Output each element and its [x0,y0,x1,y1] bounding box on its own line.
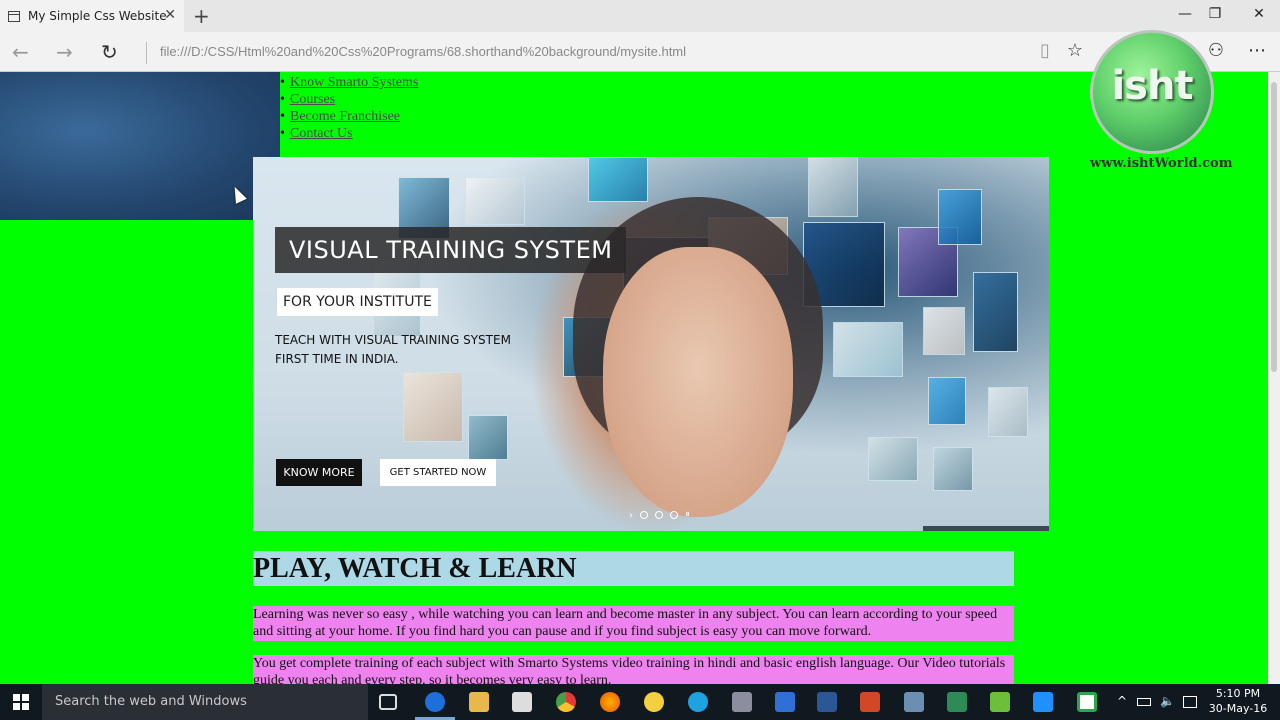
site-nav-list: Know Smarto Systems Courses Become Franc… [280,74,418,142]
floating-photo-tile [988,387,1028,437]
media-player-icon[interactable] [644,692,664,712]
chrome-icon[interactable] [556,692,576,712]
more-icon[interactable]: ⋯ [1245,40,1269,61]
know-more-button[interactable]: KNOW MORE [276,459,362,486]
page-icon [8,10,20,22]
clock-date: 30-May-16 [1208,702,1268,715]
minimize-icon[interactable]: — [1170,6,1200,22]
nav-item: Courses [280,91,418,108]
skype-icon[interactable] [688,692,708,712]
nav-link-courses[interactable]: Courses [290,92,335,107]
page-viewport: Know Smarto Systems Courses Become Franc… [0,72,1268,684]
powerpoint-icon[interactable] [860,692,880,712]
camtasia-icon[interactable] [990,692,1010,712]
slider-dot[interactable] [640,510,648,519]
floating-photo-tile [868,437,918,481]
word-icon[interactable] [817,692,837,712]
training-paragraph: You get complete training of each subjec… [253,655,1014,684]
watermark-logo: isht [1090,30,1214,154]
address-bar[interactable]: file:///D:/CSS/Html%20and%20Css%20Progra… [160,44,686,59]
start-button[interactable] [0,684,42,720]
floating-photo-tile [933,447,973,491]
banner-subtitle: FOR YOUR INSTITUTE [277,288,438,316]
task-view-icon[interactable] [379,694,397,710]
store-icon[interactable] [512,692,532,712]
hero-banner: VISUAL TRAINING SYSTEM FOR YOUR INSTITUT… [253,157,1049,531]
new-tab-icon[interactable]: + [193,4,210,28]
banner-text-line2: FIRST TIME IN INDIA. [275,352,399,366]
notification-icon[interactable] [1183,696,1197,708]
nav-item: Contact Us [280,125,418,142]
floating-photo-tile [833,322,903,377]
floating-photo-tile [938,189,982,245]
settings-app-icon[interactable] [1033,692,1053,712]
slider-progress-bar [923,526,1049,531]
slider-pause-icon[interactable]: ⏸ [685,509,690,520]
excel-icon[interactable] [947,692,967,712]
reading-view-icon[interactable]: ▯ [1033,40,1057,61]
file-explorer-icon[interactable] [469,692,489,712]
page-heading: PLAY, WATCH & LEARN [253,551,1014,586]
nav-item: Become Franchisee [280,108,418,125]
volume-icon[interactable]: 🔈 [1160,694,1175,708]
firefox-icon[interactable] [600,692,620,712]
floating-photo-tile [923,307,965,355]
banner-text-line1: TEACH WITH VISUAL TRAINING SYSTEM [275,333,511,347]
windows-logo-icon [13,694,29,710]
snipping-tool-icon[interactable] [732,692,752,712]
recorder-app-icon[interactable] [1077,692,1097,712]
navigation-bar: ← → ↻ file:///D:/CSS/Html%20and%20Css%20… [0,32,1280,72]
back-icon[interactable]: ← [12,40,29,64]
battery-icon[interactable] [1137,698,1151,706]
browser-tab[interactable]: My Simple Css Website ✕ [0,0,184,32]
tab-title: My Simple Css Website [28,9,167,23]
floating-photo-tile [468,415,508,460]
vertical-scrollbar[interactable] [1268,72,1280,684]
taskbar-search-box[interactable]: Search the web and Windows [42,684,368,720]
refresh-icon[interactable]: ↻ [101,40,118,64]
share-icon[interactable]: ⚇ [1204,40,1228,61]
nav-link-franchisee[interactable]: Become Franchisee [290,109,400,124]
banner-text: TEACH WITH VISUAL TRAINING SYSTEM FIRST … [275,331,511,369]
clock-time: 5:10 PM [1215,687,1261,700]
slider-next-icon[interactable]: › [629,507,633,522]
watermark-url: www.ishtWorld.com [1090,156,1233,171]
maximize-icon[interactable]: ❐ [1200,6,1230,22]
scrollbar-thumb[interactable] [1271,82,1277,372]
slider-controls: › ⏸ [629,507,690,522]
floating-photo-tile [808,157,858,217]
tab-bar: My Simple Css Website ✕ + — ❐ ✕ [0,0,1280,32]
slider-dot[interactable] [670,510,678,519]
taskbar-clock[interactable]: 5:10 PM 30-May-16 [1206,686,1270,716]
nav-item: Know Smarto Systems [280,74,418,91]
nav-link-know-smarto[interactable]: Know Smarto Systems [290,75,418,90]
floating-photo-tile [588,157,648,202]
slider-dot[interactable] [655,510,663,519]
banner-title: VISUAL TRAINING SYSTEM [275,227,627,273]
forward-icon[interactable]: → [56,40,73,64]
network-tool-icon[interactable] [904,692,924,712]
floating-photo-tile [465,177,525,225]
floating-photo-tile [973,272,1018,352]
tray-chevron-icon[interactable]: ^ [1117,694,1127,708]
get-started-button[interactable]: GET STARTED NOW [380,459,496,486]
edge-browser-icon[interactable] [425,692,445,712]
taskbar: Search the web and Windows ^ 🔈 5:10 PM 3… [0,684,1280,720]
nav-link-contact[interactable]: Contact Us [290,126,353,141]
floating-photo-tile [928,377,966,425]
address-separator [146,42,147,64]
tab-close-icon[interactable]: ✕ [164,7,176,23]
floating-photo-tile [403,372,463,442]
intro-paragraph: Learning was never so easy , while watch… [253,606,1014,641]
favorite-star-icon[interactable]: ☆ [1063,40,1087,61]
window-close-icon[interactable]: ✕ [1244,6,1274,22]
watermark-logo-text: isht [1111,63,1193,109]
hero-model-face [603,247,793,517]
screen-recorder-icon[interactable] [775,692,795,712]
